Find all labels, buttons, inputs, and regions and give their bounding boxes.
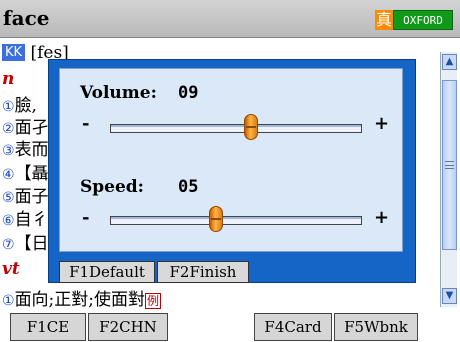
scroll-thumb[interactable]	[442, 80, 457, 250]
sense-row: ⑥自彳	[2, 205, 49, 230]
scroll-down-button[interactable]: ▼	[442, 288, 457, 304]
sense-number: ①	[2, 293, 15, 309]
sense-text: 自彳	[14, 210, 49, 230]
title-bar: face 真 OXFORD	[0, 0, 460, 38]
f2-finish-button[interactable]: F2Finish	[157, 261, 249, 283]
speed-minus-icon[interactable]: -	[82, 207, 89, 228]
speed-label: Speed:	[80, 177, 144, 197]
f5-wbnk-button[interactable]: F5Wbnk	[334, 313, 418, 341]
volume-label: Volume:	[80, 83, 157, 103]
sense-row: ③表而	[2, 135, 49, 160]
speed-slider-track[interactable]	[110, 216, 362, 225]
sense-row: ⑤面子	[2, 182, 49, 207]
sense-text: 表而	[14, 140, 49, 160]
kk-tag[interactable]: KK	[2, 44, 26, 61]
volume-plus-icon[interactable]: +	[374, 113, 389, 134]
f4-card-button[interactable]: F4Card	[254, 313, 332, 341]
sense-number: ③	[2, 143, 15, 159]
volume-value: 09	[178, 83, 199, 103]
example-icon[interactable]: 例	[145, 293, 162, 309]
sense-number: ⑤	[2, 190, 15, 206]
speed-slider-thumb[interactable]	[208, 206, 223, 232]
oxford-dictionary-badge[interactable]: OXFORD	[393, 10, 453, 30]
speed-plus-icon[interactable]: +	[374, 207, 389, 228]
sense-row: ①臉,	[2, 91, 37, 116]
sense-number: ⑦	[2, 237, 15, 253]
sense-row: ②面孑	[2, 113, 49, 138]
audio-settings-dialog: Volume: 09 - + Speed: 05 - + F1Default F…	[48, 59, 416, 283]
sense-text: 面向;正對;使面對	[14, 290, 146, 310]
volume-slider-thumb[interactable]	[244, 114, 259, 140]
dialog-panel: Volume: 09 - + Speed: 05 - +	[59, 68, 403, 252]
f1-default-button[interactable]: F1Default	[59, 261, 155, 283]
sense-text: 面子	[14, 187, 49, 207]
pos-label: vt	[2, 259, 20, 279]
scroll-up-button[interactable]: ▲	[442, 54, 457, 70]
volume-slider-track[interactable]	[110, 124, 362, 133]
pos-label: n	[2, 69, 15, 89]
sense-row: ⑦【日	[2, 229, 49, 254]
sense-row: ④【聶	[2, 159, 49, 184]
vertical-scrollbar[interactable]: ▲ ▼	[440, 52, 457, 307]
sense-number: ⑥	[2, 213, 15, 229]
f2-chn-button[interactable]: F2CHN	[88, 313, 168, 341]
pos-verb: vt	[2, 259, 20, 281]
speed-value: 05	[178, 177, 199, 197]
volume-minus-icon[interactable]: -	[82, 113, 89, 134]
headword-title: face	[3, 6, 50, 30]
pos-noun: n	[2, 69, 14, 91]
sense-text: 【聶	[14, 164, 49, 184]
function-key-bar: F1CE F2CHN F4Card F5Wbnk	[0, 309, 460, 342]
grip-icon	[445, 161, 454, 169]
f1-ce-button[interactable]: F1CE	[10, 313, 86, 341]
true-pronunciation-badge[interactable]: 真	[375, 10, 393, 30]
sense-text: 【日	[14, 234, 49, 254]
sense-row-vt: ①面向;正對;使面對例	[2, 285, 162, 310]
sense-number: ④	[2, 167, 15, 183]
